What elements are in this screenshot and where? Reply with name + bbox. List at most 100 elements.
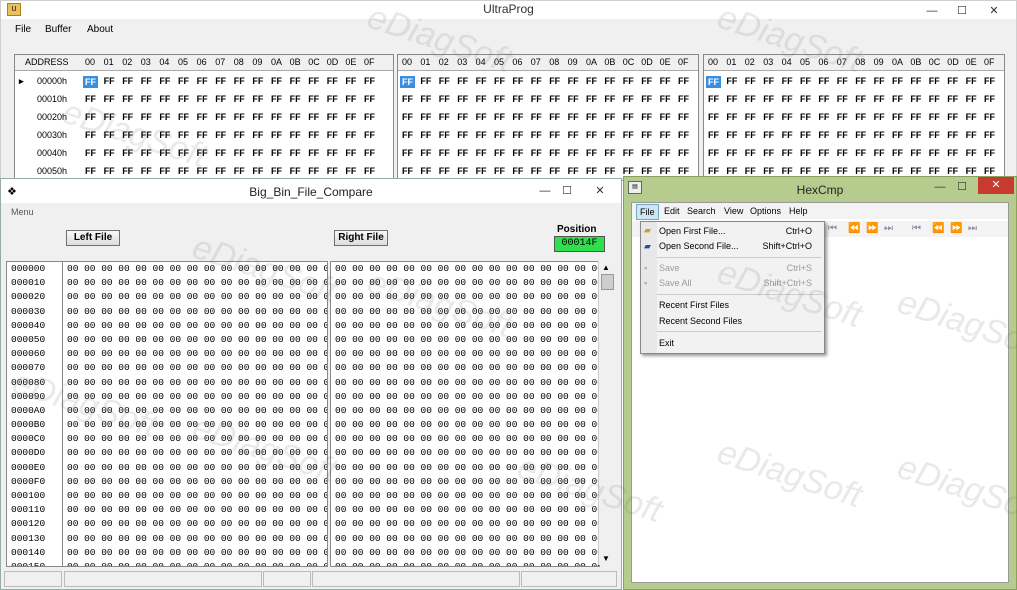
hex-cell[interactable]: FF bbox=[234, 148, 245, 158]
hex-cell[interactable]: FF bbox=[234, 130, 245, 140]
hex-cell[interactable]: FF bbox=[586, 76, 597, 86]
prev-block-icon[interactable]: ⏪ bbox=[932, 223, 944, 234]
hex-cell[interactable]: FF bbox=[892, 148, 903, 158]
hex-cell[interactable]: FF bbox=[252, 76, 263, 86]
hex-cell[interactable]: FF bbox=[476, 130, 487, 140]
hex-cell[interactable]: FF bbox=[494, 94, 505, 104]
hex-cell[interactable]: FF bbox=[641, 166, 652, 176]
hex-cell[interactable]: FF bbox=[439, 94, 450, 104]
hex-cell[interactable]: FF bbox=[494, 76, 505, 86]
byte-row[interactable]: 00 00 00 00 00 00 00 00 00 00 00 00 00 0… bbox=[63, 546, 327, 560]
hex-cell[interactable]: FF bbox=[855, 148, 866, 158]
hex-cell[interactable]: FF bbox=[782, 130, 793, 140]
hex-cell[interactable]: FF bbox=[855, 130, 866, 140]
hex-cell[interactable]: FF bbox=[141, 94, 152, 104]
hex-cell[interactable]: FF bbox=[910, 166, 921, 176]
hex-cell[interactable]: FF bbox=[837, 148, 848, 158]
menu-view[interactable]: View bbox=[724, 206, 743, 216]
hex-cell[interactable]: FF bbox=[726, 76, 737, 86]
hex-row[interactable]: 00010h FF FF FF FF FF FF FF FF FF FF FF FF FF FF FF FF bbox=[15, 91, 393, 109]
byte-row[interactable]: 00 00 00 00 00 00 00 00 00 00 00 00 00 0… bbox=[331, 517, 599, 531]
hex-cell[interactable]: FF bbox=[252, 166, 263, 176]
hex-cell[interactable]: FF bbox=[623, 130, 634, 140]
hex-grid-2[interactable]: 00 01 02 03 04 05 06 07 08 09 0A 0B 0C 0D 0E 0F FF FF FF FF… bbox=[397, 54, 699, 181]
hex-cell[interactable]: FF bbox=[763, 76, 774, 86]
hex-cell[interactable]: FF bbox=[531, 130, 542, 140]
hex-cell[interactable]: FF bbox=[782, 76, 793, 86]
hex-cell[interactable]: FF bbox=[874, 112, 885, 122]
hex-cell[interactable]: FF bbox=[141, 130, 152, 140]
hex-cell[interactable]: FF bbox=[837, 76, 848, 86]
hex-grid-1[interactable]: ADDRESS 00 01 02 03 04 05 06 07 08 09 0A 0B 0C 0D 0E 0F ▸… bbox=[14, 54, 394, 181]
hex-cell[interactable]: FF bbox=[494, 112, 505, 122]
hex-cell[interactable]: FF bbox=[178, 76, 189, 86]
hex-cell[interactable]: FF bbox=[85, 148, 96, 158]
hex-cell[interactable]: FF bbox=[660, 166, 671, 176]
hex-cell[interactable]: FF bbox=[290, 166, 301, 176]
hex-cell[interactable]: FF bbox=[457, 94, 468, 104]
byte-row[interactable]: 00 00 00 00 00 00 00 00 00 00 00 00 00 0… bbox=[331, 376, 599, 390]
close-icon[interactable]: ✕ bbox=[980, 1, 1008, 21]
hex-cell[interactable]: FF bbox=[234, 166, 245, 176]
byte-row[interactable]: 00 00 00 00 00 00 00 00 00 00 00 00 00 0… bbox=[331, 290, 599, 304]
hex-cell[interactable]: FF bbox=[402, 112, 413, 122]
menu-item-exit[interactable]: Exit bbox=[659, 336, 818, 350]
last-block-icon[interactable]: ⏭ bbox=[968, 223, 977, 234]
hex-cell[interactable]: FF bbox=[476, 148, 487, 158]
minimize-icon[interactable]: — bbox=[918, 1, 946, 21]
hex-cell[interactable]: FF bbox=[837, 130, 848, 140]
hex-cell[interactable]: FF bbox=[892, 76, 903, 86]
hex-cell[interactable]: FF bbox=[494, 166, 505, 176]
hex-cell[interactable]: FF bbox=[178, 166, 189, 176]
hex-cell[interactable]: FF bbox=[364, 130, 375, 140]
hex-cell[interactable]: FF bbox=[604, 130, 615, 140]
hex-cell[interactable]: FF bbox=[929, 76, 940, 86]
hex-cell[interactable]: FF bbox=[549, 148, 560, 158]
hex-cell[interactable]: FF bbox=[874, 166, 885, 176]
hex-cell[interactable]: FF bbox=[122, 76, 133, 86]
byte-row[interactable]: 00 00 00 00 00 00 00 00 00 00 00 00 00 0… bbox=[331, 347, 599, 361]
byte-row[interactable]: 00 00 00 00 00 00 00 00 00 00 00 00 00 0… bbox=[331, 418, 599, 432]
byte-row[interactable]: 00 00 00 00 00 00 00 00 00 00 00 00 00 0… bbox=[63, 446, 327, 460]
byte-row[interactable]: 00 00 00 00 00 00 00 00 00 00 00 00 00 0… bbox=[331, 446, 599, 460]
hex-cell[interactable]: FF bbox=[568, 166, 579, 176]
hex-cell[interactable]: FF bbox=[660, 94, 671, 104]
hex-cell[interactable]: FF bbox=[708, 112, 719, 122]
hex-cell[interactable]: FF bbox=[327, 94, 338, 104]
hex-grid-3[interactable]: 00 01 02 03 04 05 06 07 08 09 0A 0B 0C 0D 0E 0F FF FF FF FF… bbox=[703, 54, 1005, 181]
byte-row[interactable]: 00 00 00 00 00 00 00 00 00 00 00 00 00 0… bbox=[63, 347, 327, 361]
byte-row[interactable]: 00 00 00 00 00 00 00 00 00 00 00 00 00 0… bbox=[63, 532, 327, 546]
hex-cell[interactable]: FF bbox=[855, 112, 866, 122]
hex-cell[interactable]: FF bbox=[494, 130, 505, 140]
hex-cell[interactable]: FF bbox=[402, 166, 413, 176]
hex-cell[interactable]: FF bbox=[568, 76, 579, 86]
hex-cell[interactable]: FF bbox=[604, 166, 615, 176]
hex-cell[interactable]: FF bbox=[818, 112, 829, 122]
hex-cell[interactable]: FF bbox=[122, 130, 133, 140]
hex-cell[interactable]: FF bbox=[159, 130, 170, 140]
hex-cell[interactable]: FF bbox=[586, 112, 597, 122]
byte-row[interactable]: 00 00 00 00 00 00 00 00 00 00 00 00 00 0… bbox=[63, 475, 327, 489]
byte-row[interactable]: 00 00 00 00 00 00 00 00 00 00 00 00 00 0… bbox=[331, 532, 599, 546]
hex-cell[interactable]: FF bbox=[892, 112, 903, 122]
hex-cell[interactable]: FF bbox=[420, 94, 431, 104]
hex-cell[interactable]: FF bbox=[568, 94, 579, 104]
hex-cell[interactable]: FF bbox=[345, 94, 356, 104]
hex-cell[interactable]: FF bbox=[678, 94, 689, 104]
hex-cell[interactable]: FF bbox=[568, 130, 579, 140]
hex-cell[interactable]: FF bbox=[234, 94, 245, 104]
hex-cell[interactable]: FF bbox=[818, 148, 829, 158]
hex-row[interactable]: FF FF FF FF FF FF FF FF FF FF FF FF FF FF FF FF bbox=[704, 109, 1004, 127]
byte-row[interactable]: 00 00 00 00 00 00 00 00 00 00 00 00 00 0… bbox=[331, 489, 599, 503]
left-file-dump[interactable]: 00 00 00 00 00 00 00 00 00 00 00 00 00 0… bbox=[62, 261, 328, 567]
hex-cell[interactable]: FF bbox=[800, 112, 811, 122]
hex-row[interactable]: FF FF FF FF FF FF FF FF FF FF FF FF FF FF FF FF bbox=[704, 73, 1004, 91]
scroll-thumb[interactable] bbox=[601, 274, 614, 290]
hex-cell[interactable]: FF bbox=[706, 76, 721, 88]
hex-cell[interactable]: FF bbox=[726, 112, 737, 122]
hex-cell[interactable]: FF bbox=[966, 94, 977, 104]
menu-search[interactable]: Search bbox=[687, 206, 716, 216]
hex-cell[interactable]: FF bbox=[215, 148, 226, 158]
hex-cell[interactable]: FF bbox=[141, 166, 152, 176]
hex-cell[interactable]: FF bbox=[892, 130, 903, 140]
